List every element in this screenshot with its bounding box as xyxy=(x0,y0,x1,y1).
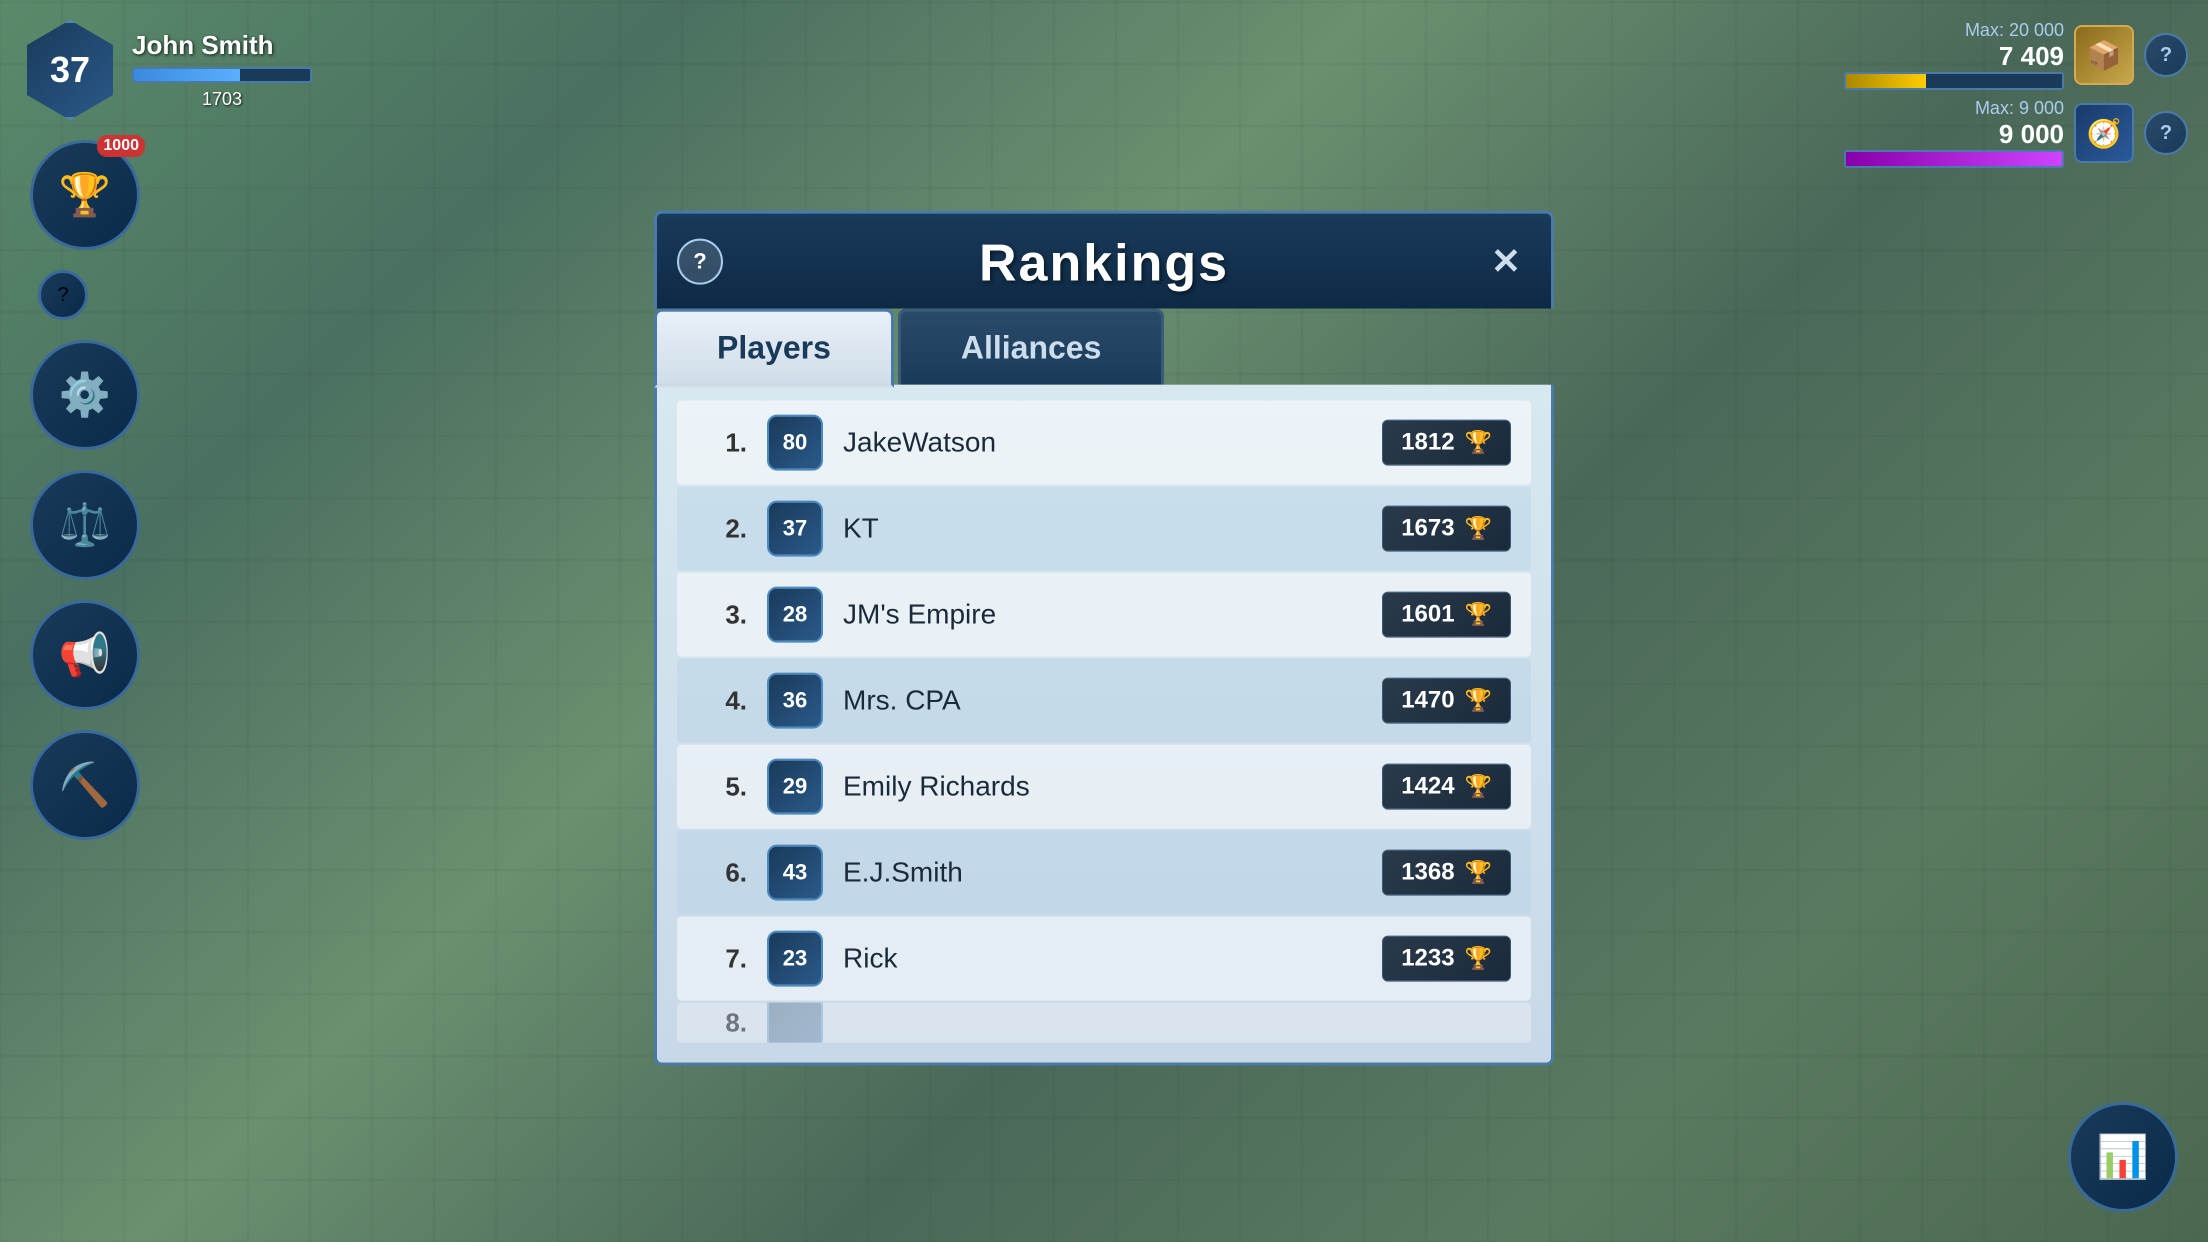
score-badge: 1812 🏆 xyxy=(1382,420,1511,466)
compass-icon: 🧭 xyxy=(2074,103,2134,163)
stats-icon[interactable]: 📊 xyxy=(2068,1102,2178,1212)
player-level-badge: 37 xyxy=(20,20,120,120)
table-row[interactable]: 4. 36 Mrs. CPA 1470 🏆 xyxy=(677,659,1531,743)
rank-number: 2. xyxy=(697,513,747,544)
gold-bar-container xyxy=(1844,72,2064,90)
xp-bar-container xyxy=(132,67,312,83)
trophy-score-icon: 🏆 xyxy=(1465,946,1492,972)
table-row[interactable]: 6. 43 E.J.Smith 1368 🏆 xyxy=(677,831,1531,915)
player-rank-name: Emily Richards xyxy=(843,771,1362,803)
rank-number: 1. xyxy=(697,427,747,458)
scales-sidebar-icon[interactable]: ⚖️ xyxy=(30,470,140,580)
xp-value: 1703 xyxy=(132,89,312,110)
second-help-button[interactable]: ? xyxy=(2144,111,2188,155)
tools-sidebar-icon[interactable]: ⛏️ xyxy=(30,730,140,840)
second-value: 9 000 xyxy=(1844,119,2064,150)
modal-tabs: Players Alliances xyxy=(654,309,1554,385)
table-row[interactable]: 5. 29 Emily Richards 1424 🏆 xyxy=(677,745,1531,829)
rank-number: 5. xyxy=(697,771,747,802)
score-value: 1368 xyxy=(1401,859,1454,887)
hud-topleft: 37 John Smith 1703 xyxy=(20,20,312,120)
score-badge: 1470 🏆 xyxy=(1382,678,1511,724)
sidebar-left: 🏆 1000 ? ⚙️ ⚖️ 📢 ⛏️ xyxy=(30,140,140,840)
trophy-badge: 1000 xyxy=(97,135,145,157)
gear-sidebar-icon[interactable]: ⚙️ xyxy=(30,340,140,450)
modal-container: ? Rankings ✕ Players Alliances 1. xyxy=(654,211,1554,1066)
gold-icon: 📦 xyxy=(2074,25,2134,85)
gold-value: 7 409 xyxy=(1844,41,2064,72)
player-rank-name: E.J.Smith xyxy=(843,857,1362,889)
score-badge: 1233 🏆 xyxy=(1382,936,1511,982)
player-rank-name: Mrs. CPA xyxy=(843,685,1362,717)
trophy-score-icon: 🏆 xyxy=(1465,860,1492,886)
tab-players[interactable]: Players xyxy=(654,309,894,388)
rankings-list: 1. 80 JakeWatson 1812 🏆 2. 37 xyxy=(677,401,1531,1043)
player-level-badge: 23 xyxy=(767,931,823,987)
player-name: John Smith xyxy=(132,30,312,61)
trophy-score-icon: 🏆 xyxy=(1465,688,1492,714)
rankings-modal: ? Rankings ✕ Players Alliances 1. xyxy=(654,211,1554,1066)
score-value: 1233 xyxy=(1401,945,1454,973)
trophy-score-icon: 🏆 xyxy=(1465,602,1492,628)
hud-bottomright: 📊 xyxy=(2068,1102,2178,1212)
modal-title: Rankings xyxy=(979,234,1229,294)
modal-header: ? Rankings ✕ xyxy=(654,211,1554,309)
rank-number: 6. xyxy=(697,857,747,888)
rank-number: 3. xyxy=(697,599,747,630)
player-rank-name: KT xyxy=(843,513,1362,545)
score-value: 1812 xyxy=(1401,429,1454,457)
second-max-label: Max: 9 000 xyxy=(1844,98,2064,119)
score-value: 1470 xyxy=(1401,687,1454,715)
gold-resource-row: Max: 20 000 7 409 📦 ? xyxy=(1844,20,2188,90)
player-rank-name: JakeWatson xyxy=(843,427,1362,459)
score-badge: 1601 🏆 xyxy=(1382,592,1511,638)
player-info: John Smith 1703 xyxy=(132,30,312,110)
gold-info: Max: 20 000 7 409 xyxy=(1844,20,2064,90)
tab-alliances[interactable]: Alliances xyxy=(898,309,1165,385)
player-rank-name: Rick xyxy=(843,943,1362,975)
hud-topright: Max: 20 000 7 409 📦 ? Max: 9 000 9 000 🧭… xyxy=(1844,20,2188,168)
score-value: 1673 xyxy=(1401,515,1454,543)
trophy-sidebar-icon[interactable]: 🏆 1000 xyxy=(30,140,140,250)
modal-close-button[interactable]: ✕ xyxy=(1481,236,1531,286)
modal-help-button[interactable]: ? xyxy=(677,238,723,284)
second-bar-container xyxy=(1844,150,2064,168)
score-badge: 1368 🏆 xyxy=(1382,850,1511,896)
trophy-score-icon: 🏆 xyxy=(1465,774,1492,800)
player-rank-name: JM's Empire xyxy=(843,599,1362,631)
score-badge: 1424 🏆 xyxy=(1382,764,1511,810)
second-resource-row: Max: 9 000 9 000 🧭 ? xyxy=(1844,98,2188,168)
gold-max-label: Max: 20 000 xyxy=(1844,20,2064,41)
player-level-badge: 29 xyxy=(767,759,823,815)
rank-number: 4. xyxy=(697,685,747,716)
score-badge: 1673 🏆 xyxy=(1382,506,1511,552)
player-level-badge: 80 xyxy=(767,415,823,471)
megaphone-sidebar-icon[interactable]: 📢 xyxy=(30,600,140,710)
gold-bar xyxy=(1846,74,1926,88)
second-info: Max: 9 000 9 000 xyxy=(1844,98,2064,168)
gold-help-button[interactable]: ? xyxy=(2144,33,2188,77)
player-level-badge: 43 xyxy=(767,845,823,901)
trophy-score-icon: 🏆 xyxy=(1465,430,1492,456)
second-bar xyxy=(1846,152,2062,166)
player-level-badge: 37 xyxy=(767,501,823,557)
table-row[interactable]: 7. 23 Rick 1233 🏆 xyxy=(677,917,1531,1001)
rank-number: 8. xyxy=(697,1007,747,1038)
player-level-badge: 28 xyxy=(767,587,823,643)
modal-body: 1. 80 JakeWatson 1812 🏆 2. 37 xyxy=(654,385,1554,1066)
player-level-badge: 36 xyxy=(767,673,823,729)
rank-number: 7. xyxy=(697,943,747,974)
trophy-score-icon: 🏆 xyxy=(1465,516,1492,542)
player-level-badge xyxy=(767,1003,823,1043)
table-row[interactable]: 3. 28 JM's Empire 1601 🏆 xyxy=(677,573,1531,657)
help-sidebar-icon[interactable]: ? xyxy=(38,270,88,320)
score-value: 1601 xyxy=(1401,601,1454,629)
score-value: 1424 xyxy=(1401,773,1454,801)
table-row-partial: 8. xyxy=(677,1003,1531,1043)
table-row[interactable]: 2. 37 KT 1673 🏆 xyxy=(677,487,1531,571)
xp-bar xyxy=(134,69,240,81)
table-row[interactable]: 1. 80 JakeWatson 1812 🏆 xyxy=(677,401,1531,485)
